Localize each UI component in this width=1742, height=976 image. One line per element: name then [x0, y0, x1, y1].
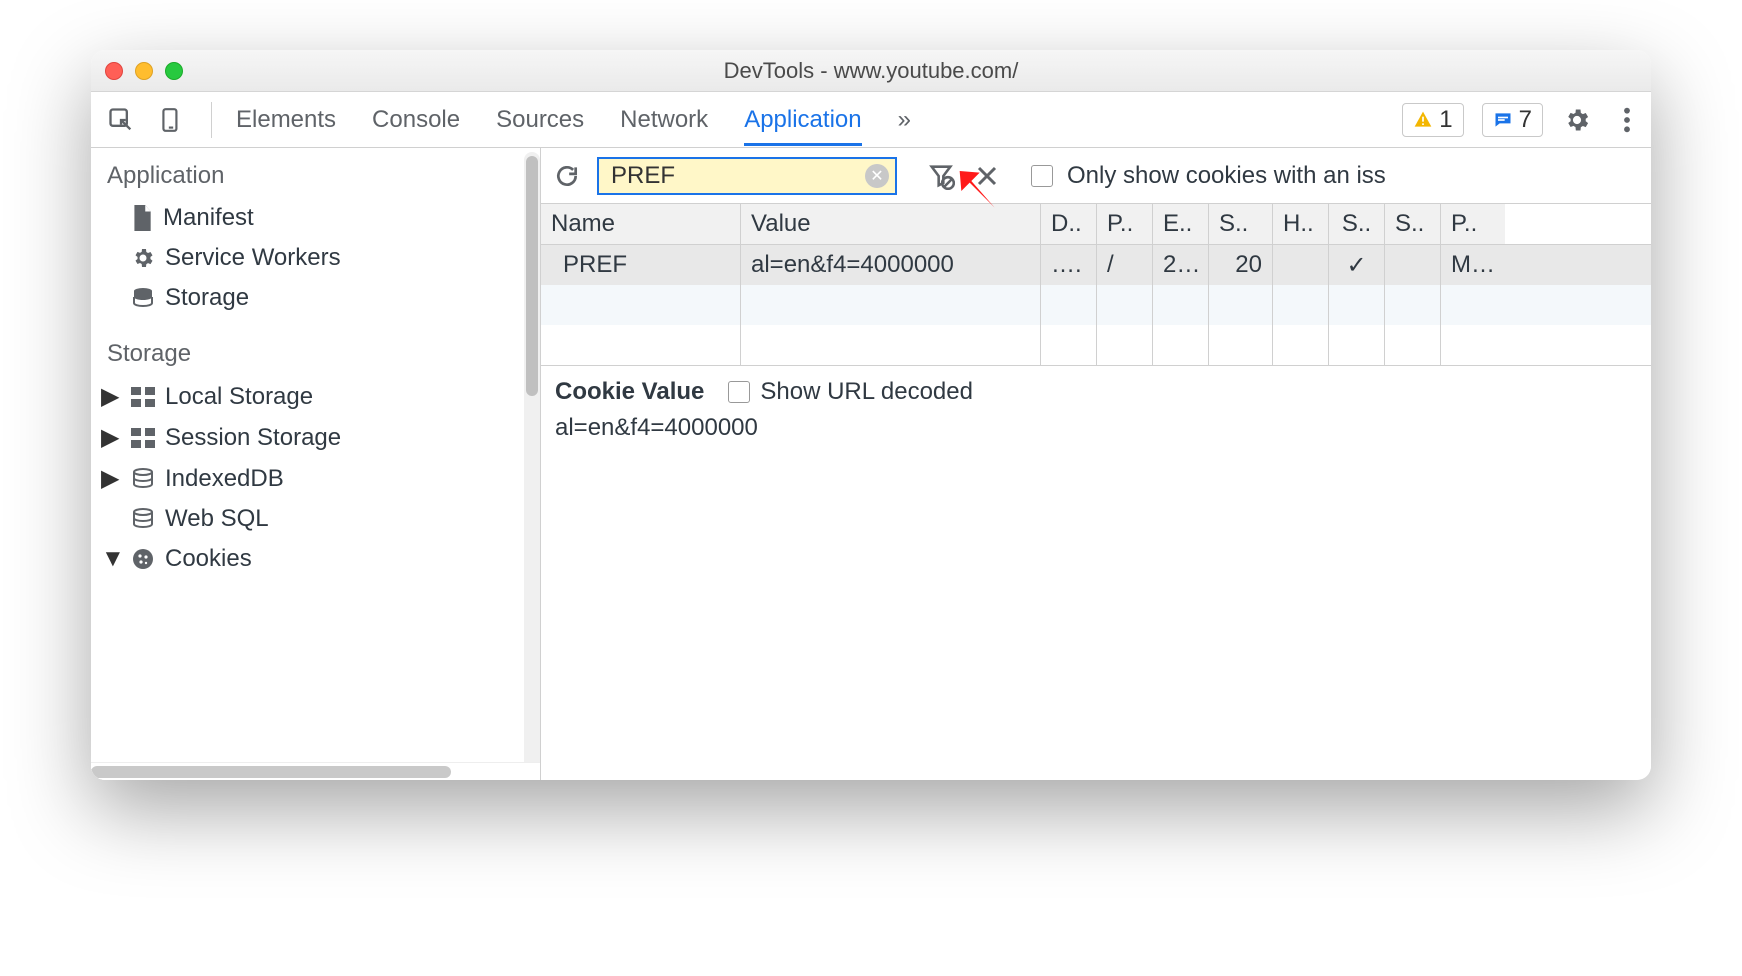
cell-httponly	[1273, 245, 1329, 285]
titlebar: DevTools - www.youtube.com/	[91, 50, 1651, 92]
sidebar-item-websql[interactable]: Web SQL	[91, 499, 540, 539]
clear-filter-icon[interactable]: ✕	[865, 164, 889, 188]
col-secure[interactable]: S..	[1329, 204, 1385, 244]
sidebar-item-service-workers[interactable]: Service Workers	[91, 238, 540, 278]
tab-network[interactable]: Network	[620, 94, 708, 146]
sidebar-item-label: Manifest	[163, 204, 254, 232]
sidebar-vertical-scrollbar[interactable]	[524, 152, 540, 776]
sidebar-item-label: Service Workers	[165, 244, 341, 272]
only-issue-checkbox[interactable]	[1031, 165, 1053, 187]
col-priority[interactable]: P..	[1441, 204, 1505, 244]
messages-count: 7	[1519, 106, 1532, 134]
cookie-filter-input-wrapper: ✕	[597, 157, 897, 195]
caret-icon: ▶	[101, 464, 117, 493]
cookies-filter-bar: ✕ Only show cookies with an iss	[541, 148, 1651, 204]
sidebar-item-session-storage[interactable]: ▶ Session Storage	[91, 417, 540, 458]
warnings-badge[interactable]: 1	[1402, 103, 1463, 137]
panel-tabs: Elements Console Sources Network Applica…	[236, 94, 911, 146]
table-row-empty	[541, 285, 1651, 325]
sidebar-item-storage[interactable]: Storage	[91, 278, 540, 318]
table-row[interactable]: PREF al=en&f4=4000000 …. / 2… 20 ✓ M…	[541, 245, 1651, 285]
col-value[interactable]: Value	[741, 204, 1041, 244]
cookie-icon	[131, 547, 155, 571]
sidebar-item-label: IndexedDB	[165, 465, 284, 493]
sidebar-section-application: Application	[91, 148, 540, 198]
cookies-table: Name Value D.. P.. E.. S.. H.. S.. S.. P…	[541, 204, 1651, 366]
col-samesite[interactable]: S..	[1385, 204, 1441, 244]
caret-icon: ▼	[101, 545, 117, 573]
sidebar-item-cookies[interactable]: ▼ Cookies	[91, 539, 540, 579]
caret-icon: ▶	[101, 423, 117, 452]
inspect-element-icon[interactable]	[105, 104, 137, 136]
tab-sources[interactable]: Sources	[496, 94, 584, 146]
col-size[interactable]: S..	[1209, 204, 1273, 244]
toolbar-divider	[211, 102, 212, 138]
database-icon	[131, 507, 155, 531]
tab-console[interactable]: Console	[372, 94, 460, 146]
sidebar-item-label: Local Storage	[165, 383, 313, 411]
sidebar-horizontal-scrollbar[interactable]	[91, 762, 540, 780]
col-domain[interactable]: D..	[1041, 204, 1097, 244]
delete-selected-icon[interactable]	[971, 160, 1003, 192]
table-header-row: Name Value D.. P.. E.. S.. H.. S.. S.. P…	[541, 204, 1651, 245]
messages-badge[interactable]: 7	[1482, 103, 1543, 137]
sidebar-item-label: Cookies	[165, 545, 252, 573]
cell-samesite	[1385, 245, 1441, 285]
devtools-window: DevTools - www.youtube.com/ Elements Con…	[91, 50, 1651, 780]
sidebar-item-indexeddb[interactable]: ▶ IndexedDB	[91, 458, 540, 499]
only-issue-label: Only show cookies with an iss	[1067, 162, 1386, 190]
main-toolbar: Elements Console Sources Network Applica…	[91, 92, 1651, 148]
sidebar-item-label: Session Storage	[165, 424, 341, 452]
cookie-detail-panel: Cookie Value Show URL decoded al=en&f4=4…	[541, 366, 1651, 454]
cell-secure: ✓	[1329, 245, 1385, 285]
cookie-filter-input[interactable]	[609, 161, 859, 191]
sidebar-item-label: Web SQL	[165, 505, 269, 533]
cell-value: al=en&f4=4000000	[741, 245, 1041, 285]
col-expires[interactable]: E..	[1153, 204, 1209, 244]
show-url-decoded-label: Show URL decoded	[760, 378, 973, 406]
col-path[interactable]: P..	[1097, 204, 1153, 244]
tabs-overflow[interactable]: »	[898, 94, 911, 146]
more-icon[interactable]	[1611, 104, 1643, 136]
cookies-panel: ✕ Only show cookies with an iss	[541, 148, 1651, 780]
clear-all-filtered-icon[interactable]	[925, 160, 957, 192]
database-icon	[131, 286, 155, 310]
table-row-empty	[541, 325, 1651, 365]
sidebar-item-manifest[interactable]: Manifest	[91, 198, 540, 238]
cell-domain: ….	[1041, 245, 1097, 285]
caret-icon: ▶	[101, 382, 117, 411]
cell-path: /	[1097, 245, 1153, 285]
show-url-decoded-checkbox[interactable]	[728, 381, 750, 403]
refresh-icon[interactable]	[551, 160, 583, 192]
cookie-value-text: al=en&f4=4000000	[555, 414, 1637, 442]
cell-name: PREF	[541, 245, 741, 285]
warnings-count: 1	[1439, 106, 1452, 134]
sidebar-section-storage: Storage	[91, 326, 540, 376]
database-icon	[131, 467, 155, 491]
device-toggle-icon[interactable]	[155, 104, 187, 136]
window-title: DevTools - www.youtube.com/	[91, 58, 1651, 84]
file-icon	[131, 205, 153, 231]
application-sidebar: Application Manifest Service Workers	[91, 148, 541, 780]
cookie-value-header: Cookie Value	[555, 378, 704, 406]
tab-application[interactable]: Application	[744, 94, 861, 146]
sidebar-item-label: Storage	[165, 284, 249, 312]
cell-priority: M…	[1441, 245, 1505, 285]
gear-icon	[131, 246, 155, 270]
col-httponly[interactable]: H..	[1273, 204, 1329, 244]
cell-expires: 2…	[1153, 245, 1209, 285]
grid-icon	[131, 428, 155, 448]
settings-icon[interactable]	[1561, 104, 1593, 136]
sidebar-item-local-storage[interactable]: ▶ Local Storage	[91, 376, 540, 417]
tab-elements[interactable]: Elements	[236, 94, 336, 146]
cell-size: 20	[1209, 245, 1273, 285]
col-name[interactable]: Name	[541, 204, 741, 244]
grid-icon	[131, 387, 155, 407]
